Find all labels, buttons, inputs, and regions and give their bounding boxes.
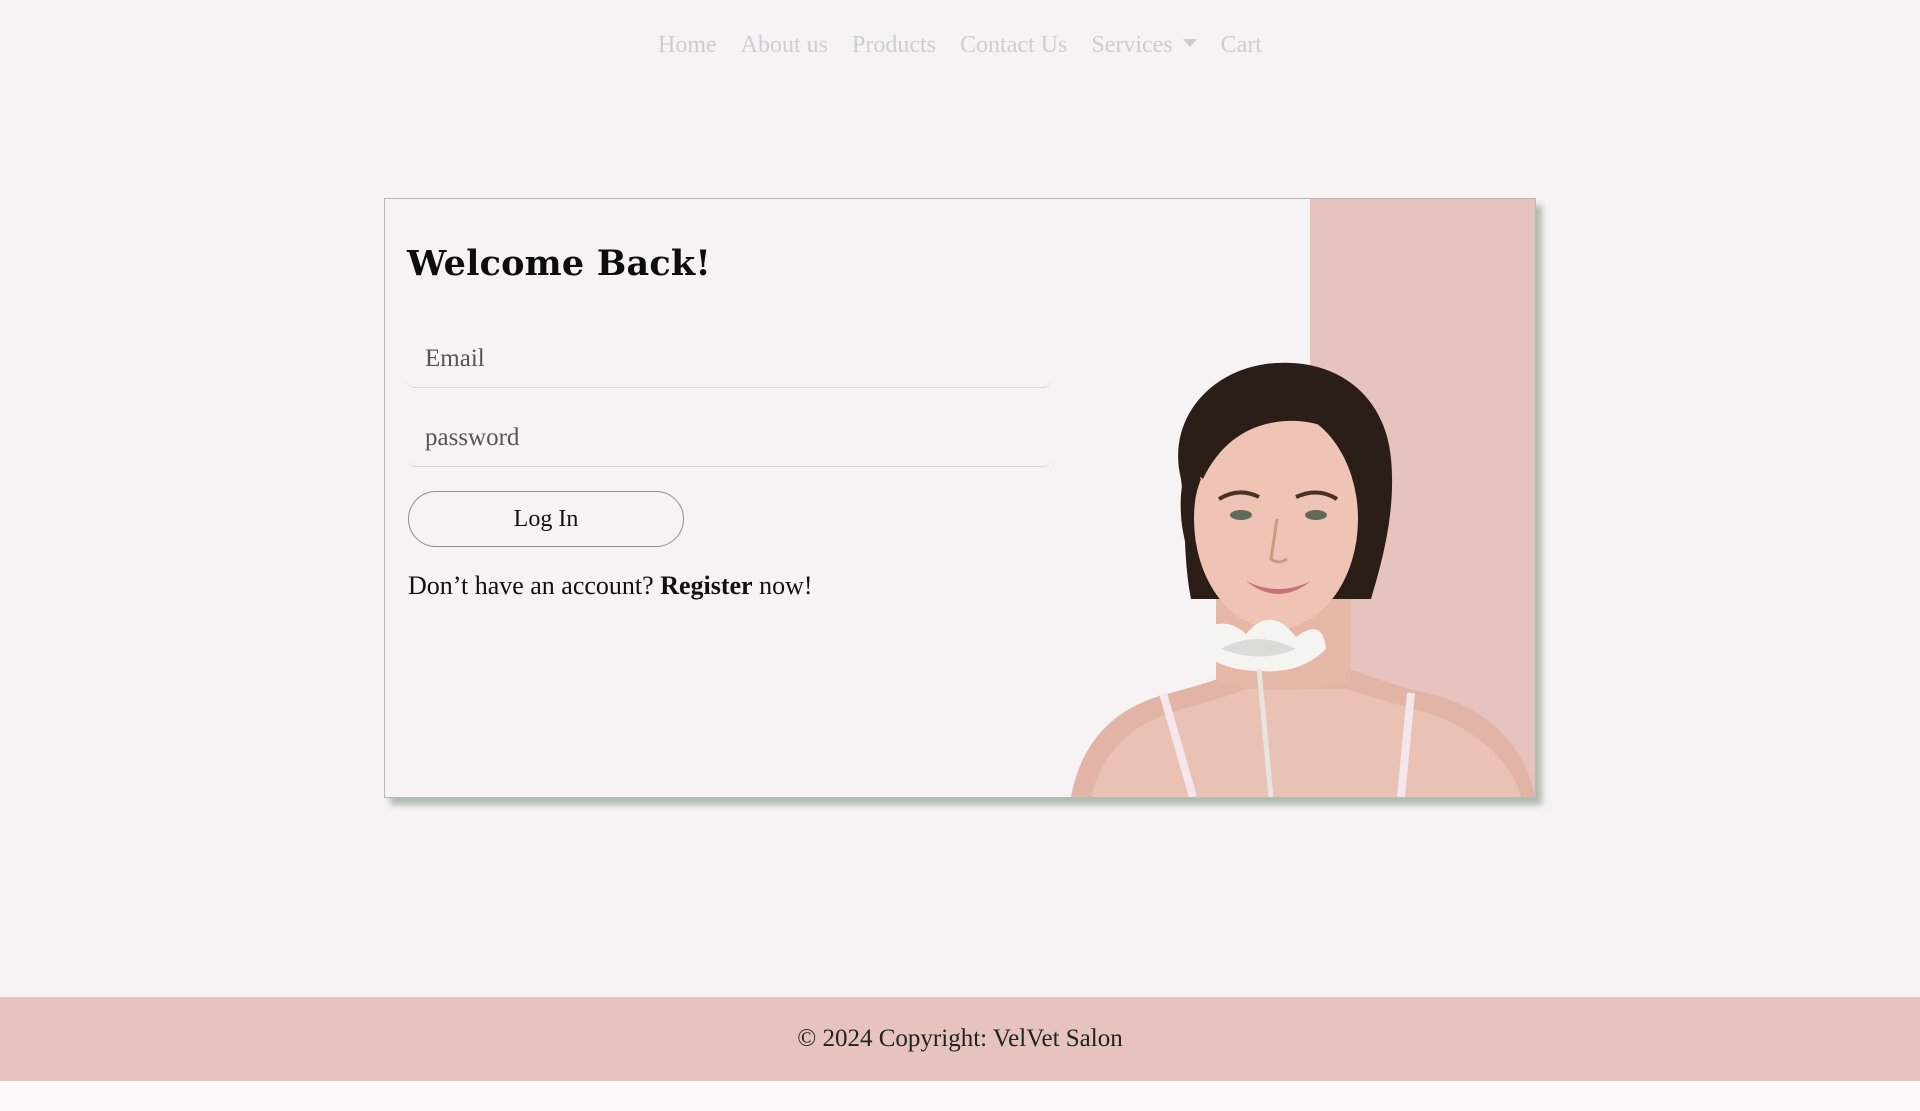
nav-services-dropdown[interactable]: Services <box>1079 28 1208 62</box>
copyright-text: © 2024 Copyright: VelVet Salon <box>797 1025 1123 1052</box>
password-field[interactable] <box>407 409 1051 467</box>
login-card: Welcome Back! Log In Don’t have an accou… <box>384 198 1536 798</box>
nav-contact-us[interactable]: Contact Us <box>948 28 1079 62</box>
nav-about-us[interactable]: About us <box>729 28 840 62</box>
chevron-down-icon <box>1182 39 1197 47</box>
register-prompt: Don’t have an account? Register now! <box>408 571 813 601</box>
main-nav: Home About us Products Contact Us Servic… <box>0 28 1920 62</box>
nav-home[interactable]: Home <box>646 28 729 62</box>
page-title: Welcome Back! <box>407 243 711 284</box>
footer: © 2024 Copyright: VelVet Salon <box>0 997 1920 1081</box>
bottom-strip <box>0 1081 1920 1111</box>
register-suffix: now! <box>759 571 813 600</box>
model-portrait-image <box>1071 362 1535 797</box>
nav-products[interactable]: Products <box>840 28 948 62</box>
email-field[interactable] <box>407 330 1051 388</box>
nav-services-label: Services <box>1091 32 1173 58</box>
login-button[interactable]: Log In <box>408 491 684 547</box>
nav-cart[interactable]: Cart <box>1209 28 1274 62</box>
register-prefix: Don’t have an account? <box>408 571 654 600</box>
register-link[interactable]: Register <box>660 571 752 600</box>
